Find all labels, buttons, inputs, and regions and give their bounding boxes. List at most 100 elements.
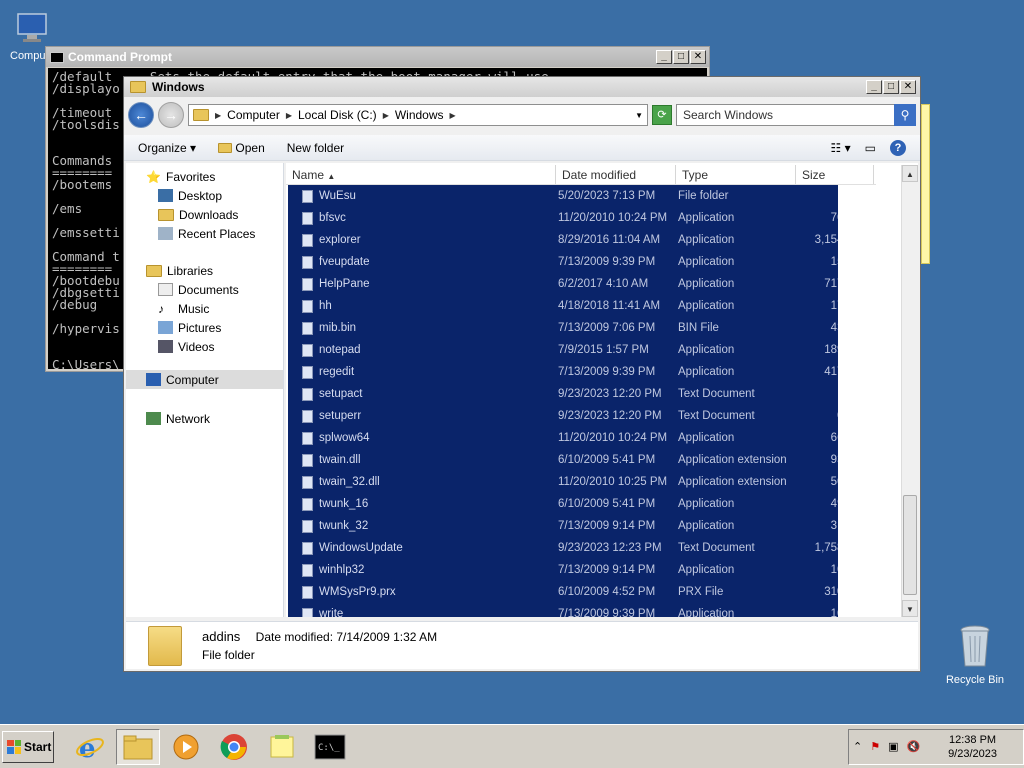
search-box[interactable]: Search Windows ⚲ — [676, 104, 916, 126]
chevron-right-icon[interactable]: ▶ — [450, 111, 456, 120]
start-button[interactable]: Start — [2, 730, 54, 763]
file-row[interactable]: twunk_166/10/2009 5:41 PMApplication49 K… — [288, 493, 874, 515]
sticky-note-window[interactable] — [921, 104, 930, 264]
action-center-flag-icon[interactable]: ⚑ — [870, 740, 880, 753]
chevron-right-icon[interactable]: ▶ — [383, 111, 389, 120]
search-input[interactable]: Search Windows — [683, 108, 773, 122]
breadcrumb-local-disk[interactable]: Local Disk (C:) — [298, 108, 377, 122]
scroll-thumb[interactable] — [903, 495, 917, 595]
chevron-down-icon[interactable]: ▼ — [635, 111, 643, 120]
help-icon[interactable]: ? — [890, 139, 906, 156]
address-bar[interactable]: ▶ Computer ▶ Local Disk (C:) ▶ Windows ▶… — [188, 104, 648, 126]
column-name[interactable]: Name ▲ — [286, 165, 556, 184]
nav-recent-places[interactable]: Recent Places — [126, 224, 283, 243]
column-date-modified[interactable]: Date modified — [556, 165, 676, 184]
file-row[interactable]: write7/13/2009 9:39 PMApplication10 KB — [288, 603, 874, 617]
nav-favorites[interactable]: ⭐ Favorites — [126, 167, 283, 186]
back-button[interactable]: ← — [128, 102, 154, 128]
file-type: Application — [678, 520, 735, 532]
file-row[interactable]: WuEsu 5/20/2023 7:13 PM File folder — [288, 185, 874, 207]
taskbar-chrome[interactable] — [212, 729, 256, 765]
nav-videos[interactable]: Videos — [126, 337, 283, 356]
preview-pane-icon[interactable]: ▭ — [865, 141, 876, 155]
nav-computer[interactable]: Computer — [126, 370, 283, 389]
navigation-pane[interactable]: ⭐ Favorites Desktop Downloads Recent Plac… — [126, 163, 284, 617]
scroll-up-arrow[interactable]: ▲ — [902, 165, 918, 182]
network-status-icon[interactable]: ▣ — [888, 740, 898, 753]
file-name: setupact — [319, 388, 363, 400]
svg-text:e: e — [79, 734, 96, 762]
file-icon — [302, 563, 313, 577]
clock[interactable]: 12:38 PM 9/23/2023 — [948, 733, 1019, 761]
file-date: 7/13/2009 7:06 PM — [558, 322, 656, 334]
breadcrumb-computer[interactable]: Computer — [227, 108, 280, 122]
forward-button[interactable]: → — [158, 102, 184, 128]
close-button[interactable]: ✕ — [690, 50, 706, 64]
explorer-title-bar[interactable]: Windows _ □ ✕ — [124, 77, 920, 97]
taskbar-sticky-notes[interactable] — [260, 729, 304, 765]
nav-music[interactable]: ♪ Music — [126, 299, 283, 318]
organize-button[interactable]: Organize ▾ — [138, 141, 196, 155]
vertical-scrollbar[interactable]: ▲ ▼ — [901, 165, 918, 617]
desktop-icon — [158, 189, 173, 202]
search-icon[interactable]: ⚲ — [894, 104, 916, 126]
file-row[interactable]: explorer 8/29/2016 11:04 AM Application 3,1… — [288, 229, 874, 251]
desktop-icon-recycle-bin[interactable]: Recycle Bin — [940, 624, 1010, 686]
scroll-down-arrow[interactable]: ▼ — [902, 600, 918, 617]
minimize-button[interactable]: _ — [656, 50, 672, 64]
taskbar-internet-explorer[interactable]: e — [68, 729, 112, 765]
view-options-icon[interactable]: ☷ ▾ — [831, 141, 851, 155]
close-button[interactable]: ✕ — [900, 80, 916, 94]
nav-network[interactable]: Network — [126, 409, 283, 428]
file-name: explorer — [319, 234, 361, 246]
file-row[interactable]: twain_32.dll 11/20/2010 10:25 PM Applicati… — [288, 471, 874, 493]
file-row[interactable]: mib.bin7/13/2009 7:06 PMBIN File43 KB — [288, 317, 874, 339]
file-icon — [302, 211, 313, 225]
file-icon — [302, 475, 313, 489]
file-row[interactable]: bfsvc11/20/2010 10:24 PMApplication70 KB — [288, 207, 874, 229]
file-row[interactable]: twain.dll 6/10/2009 5:41 PM Application ex… — [288, 449, 874, 471]
file-row[interactable]: fveupdate7/13/2009 9:39 PMApplication15 … — [288, 251, 874, 273]
explorer-window[interactable]: Windows _ □ ✕ ← → ▶ Computer ▶ Local Dis… — [123, 76, 921, 672]
maximize-button[interactable]: □ — [673, 50, 689, 64]
cmd-title-bar[interactable]: Command Prompt _ □ ✕ — [46, 47, 709, 67]
file-row[interactable]: WindowsUpdate 9/23/2023 12:23 PM Text Docu… — [288, 537, 874, 559]
file-row[interactable]: twunk_327/13/2009 9:14 PMApplication31 K… — [288, 515, 874, 537]
chevron-right-icon[interactable]: ▶ — [286, 111, 292, 120]
refresh-button[interactable]: ⟳ — [652, 105, 672, 125]
file-row[interactable]: HelpPane6/2/2017 4:10 AMApplication717 K… — [288, 273, 874, 295]
show-hidden-icons-icon[interactable]: ⌃ — [853, 740, 862, 753]
file-list[interactable]: Name ▲ Date modified Type Size WuEsu 5/20… — [286, 163, 918, 617]
file-date: 7/13/2009 9:39 PM — [558, 366, 656, 378]
file-row[interactable]: regedit7/13/2009 9:39 PMApplication417 K… — [288, 361, 874, 383]
file-type: Application — [678, 608, 735, 617]
taskbar: Start e C:\_ ⌃ ⚑ ▣ 🔇 12:38 PM 9/23/2023 — [0, 724, 1024, 768]
file-date: 9/23/2023 12:20 PM — [558, 388, 662, 400]
taskbar-media-player[interactable] — [164, 729, 208, 765]
desktop-icon-label: Recycle Bin — [945, 674, 1005, 686]
minimize-button[interactable]: _ — [866, 80, 882, 94]
file-row[interactable]: WMSysPr9.prx 6/10/2009 4:52 PM PRX File 310… — [288, 581, 874, 603]
file-row[interactable]: setupact9/23/2023 12:20 PMText Document1… — [288, 383, 874, 405]
nav-libraries[interactable]: Libraries — [126, 261, 283, 280]
file-row[interactable]: splwow6411/20/2010 10:24 PMApplication66… — [288, 427, 874, 449]
file-row[interactable]: setuperr9/23/2023 12:20 PMText Document0… — [288, 405, 874, 427]
nav-documents[interactable]: Documents — [126, 280, 283, 299]
new-folder-button[interactable]: New folder — [287, 141, 344, 155]
column-type[interactable]: Type — [676, 165, 796, 184]
nav-desktop[interactable]: Desktop — [126, 186, 283, 205]
taskbar-command-prompt[interactable]: C:\_ — [308, 729, 352, 765]
open-button[interactable]: Open — [218, 141, 265, 155]
column-size[interactable]: Size — [796, 165, 874, 184]
file-name: regedit — [319, 366, 355, 378]
file-row[interactable]: notepad7/9/2015 1:57 PMApplication189 KB — [288, 339, 874, 361]
volume-muted-icon[interactable]: 🔇 — [907, 740, 921, 753]
taskbar-explorer[interactable] — [116, 728, 160, 765]
file-row[interactable]: hh4/18/2018 11:41 AMApplication17 KB — [288, 295, 874, 317]
maximize-button[interactable]: □ — [883, 80, 899, 94]
nav-downloads[interactable]: Downloads — [126, 205, 283, 224]
nav-pictures[interactable]: Pictures — [126, 318, 283, 337]
chevron-right-icon[interactable]: ▶ — [215, 111, 221, 120]
file-row[interactable]: winhlp327/13/2009 9:14 PMApplication10 K… — [288, 559, 874, 581]
breadcrumb-windows[interactable]: Windows — [395, 108, 444, 122]
